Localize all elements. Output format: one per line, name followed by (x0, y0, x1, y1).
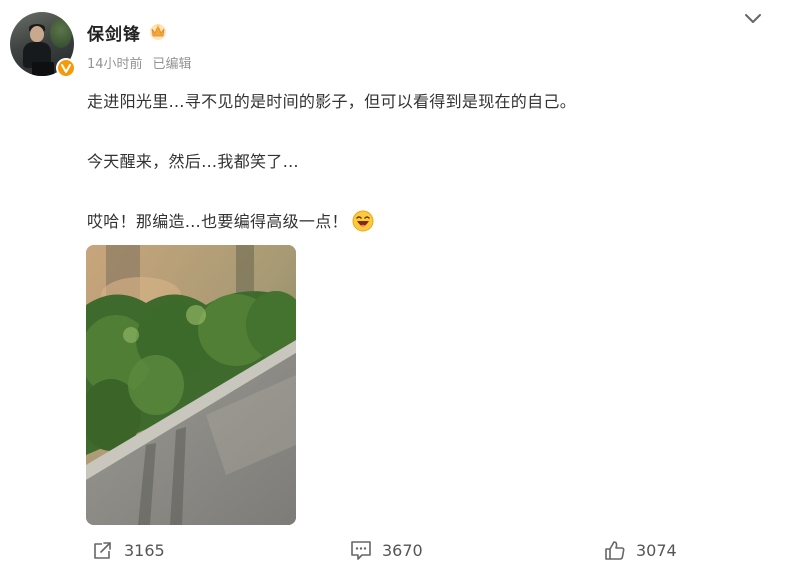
post-time[interactable]: 14小时前 (87, 57, 143, 72)
repost-button[interactable]: 3165 (92, 538, 165, 562)
comment-count: 3670 (382, 540, 423, 560)
laughing-emoji-icon (352, 210, 374, 232)
like-button[interactable]: 3074 (604, 538, 677, 562)
username[interactable]: 保剑锋 (87, 20, 141, 45)
post-text-line-3-text: 哎哈！那编造…也要编得高级一点！ (87, 212, 348, 231)
comment-icon (351, 541, 371, 560)
chevron-down-icon[interactable] (742, 10, 764, 28)
post-text-line-2: 今天醒来，然后…我都笑了… (87, 152, 299, 171)
crown-icon[interactable] (148, 21, 168, 41)
repost-count: 3165 (124, 540, 165, 560)
post-meta: 14小时前 已编辑 (87, 53, 192, 72)
edited-label[interactable]: 已编辑 (153, 57, 192, 72)
verified-icon (56, 58, 76, 78)
post-image[interactable] (86, 245, 296, 525)
comment-button[interactable]: 3670 (350, 538, 423, 562)
post-text-line-1: 走进阳光里…寻不见的是时间的影子，但可以看得到是现在的自己。 (87, 92, 577, 111)
like-count: 3074 (636, 540, 677, 560)
thumbs-up-icon (605, 541, 625, 560)
post-text-line-3: 哎哈！那编造…也要编得高级一点！ (87, 208, 374, 232)
share-icon (94, 542, 111, 559)
avatar[interactable] (10, 12, 76, 78)
